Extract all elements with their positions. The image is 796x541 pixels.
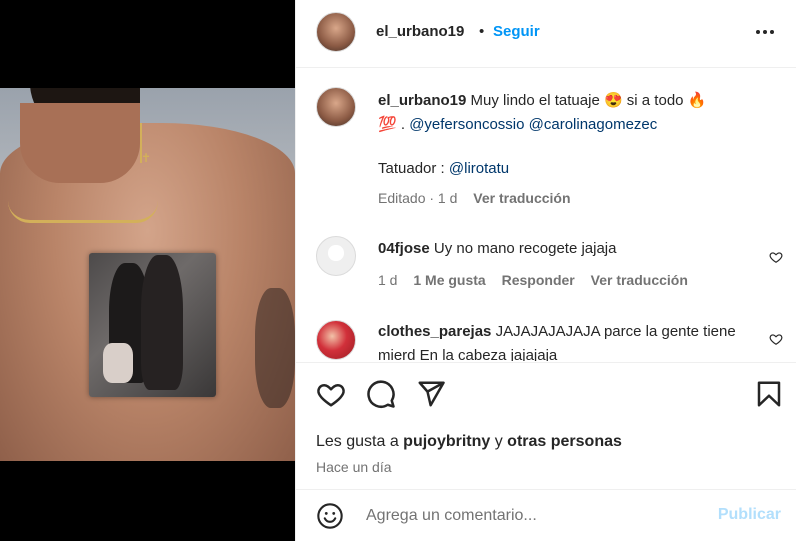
likes-prefix: Les gusta a [316,433,404,450]
comment-body: 04fjose Uy no mano recogete jajaja [378,237,768,261]
follow-button[interactable]: Seguir [493,23,540,40]
photo-neck [20,103,140,183]
post-panel: el_urbano19 • Seguir el_urbano19 Muy lin… [295,0,796,541]
photo-back: ✝ [0,88,295,461]
post-actions: Les gusta a pujoybritny y otras personas… [296,362,796,490]
caption-username[interactable]: el_urbano19 [378,92,466,109]
author-avatar[interactable] [316,12,356,52]
share-icon[interactable] [416,379,446,409]
post-header: el_urbano19 • Seguir [296,0,796,68]
comment-like-heart-icon[interactable] [769,250,783,264]
comment-username[interactable]: clothes_parejas [378,323,491,340]
comment-meta: 1 d 1 Me gusta Responder Ver traducción [378,272,688,288]
emoji-icon[interactable] [316,502,344,530]
mention-yefersoncossio[interactable]: @yefersoncossio [409,116,524,133]
post-time[interactable]: Hace un día [316,459,392,475]
mention-carolinagomezec[interactable]: @carolinagomezec [529,116,658,133]
mention-lirotatu[interactable]: @lirotatu [449,160,509,177]
header-separator: • [479,23,485,40]
comment-avatar[interactable] [316,320,356,360]
photo-arm-tattoo [255,288,295,408]
more-horizontal-icon[interactable] [753,22,777,42]
comment-username[interactable]: 04fjose [378,240,430,257]
bookmark-icon[interactable] [754,379,784,409]
photo-tattoo [89,253,216,397]
caption-body: el_urbano19 Muy lindo el tatuaje 😍 si a … [378,89,768,137]
publish-button[interactable]: Publicar [718,506,781,524]
post-photo: ✝ [0,88,295,461]
caption-text-1: Muy lindo el tatuaje 😍 si a todo 🔥 [470,92,707,109]
comment-icon[interactable] [366,379,396,409]
reply-button[interactable]: Responder [502,272,575,288]
comment-time: 1 d [378,272,398,288]
comment-text: Uy no mano recogete jajaja [433,240,617,257]
likes-user-link[interactable]: pujoybritny [403,433,490,450]
comment-translate-button[interactable]: Ver traducción [591,272,688,288]
comment-body: clothes_parejas JAJAJAJAJAJA parce la ge… [378,320,768,361]
comment-avatar[interactable] [316,236,356,276]
tattoo-figure-right [141,255,183,390]
comments-list[interactable]: el_urbano19 Muy lindo el tatuaje 😍 si a … [296,69,796,361]
photo-chain [8,201,158,223]
add-comment-bar: Publicar [296,491,796,541]
comment-input[interactable] [366,505,706,527]
likes-connector: y [490,433,508,450]
tattoo-artist-label: Tatuador : [378,160,449,177]
tattoo-dress [103,343,133,383]
author-username[interactable]: el_urbano19 [376,23,464,40]
comment-like-heart-icon[interactable] [769,332,783,346]
likes-summary: Les gusta a pujoybritny y otras personas [316,433,622,451]
post-media[interactable]: ✝ [0,0,295,541]
likes-others-link[interactable]: otras personas [507,433,622,450]
heart-icon[interactable] [316,379,346,409]
caption-translate-button[interactable]: Ver traducción [473,190,570,206]
tattoo-artist-line: Tatuador : @lirotatu [378,157,768,181]
caption-avatar[interactable] [316,87,356,127]
photo-cross: ✝ [141,151,152,165]
caption-text-2: 💯 . [378,116,410,133]
comment-likes-count[interactable]: 1 Me gusta [413,272,485,288]
caption-meta: Editado · 1 d Ver traducción [378,190,571,206]
caption-edited: Editado · 1 d [378,190,458,206]
